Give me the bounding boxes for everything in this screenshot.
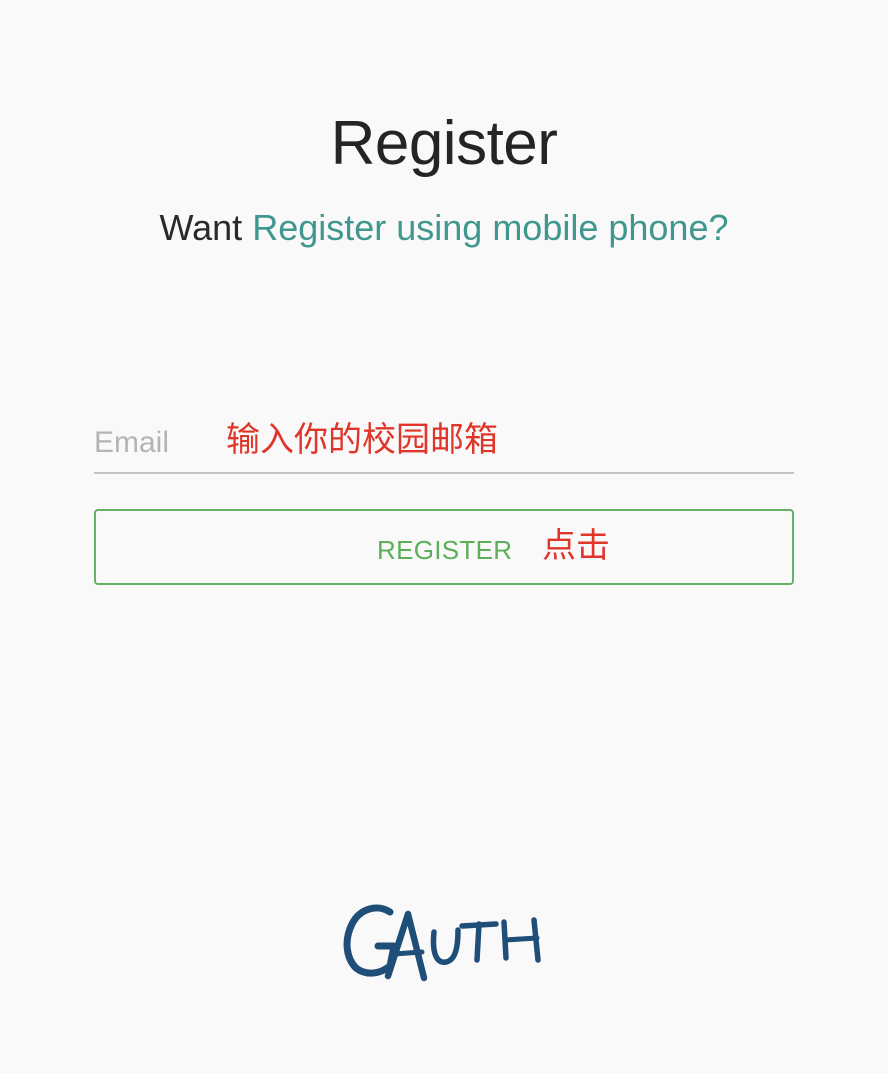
subtitle: Want Register using mobile phone? — [0, 206, 888, 250]
subtitle-prefix: Want — [159, 207, 253, 248]
register-annotation: 点击 — [542, 526, 610, 566]
register-mobile-link[interactable]: Register using mobile phone? — [252, 207, 728, 248]
register-button[interactable]: REGISTER — [94, 509, 794, 585]
email-annotation: 输入你的校园邮箱 — [226, 420, 498, 460]
gauth-logo — [343, 904, 541, 982]
page-title: Register — [330, 109, 558, 178]
register-button-label: REGISTER — [377, 535, 513, 565]
